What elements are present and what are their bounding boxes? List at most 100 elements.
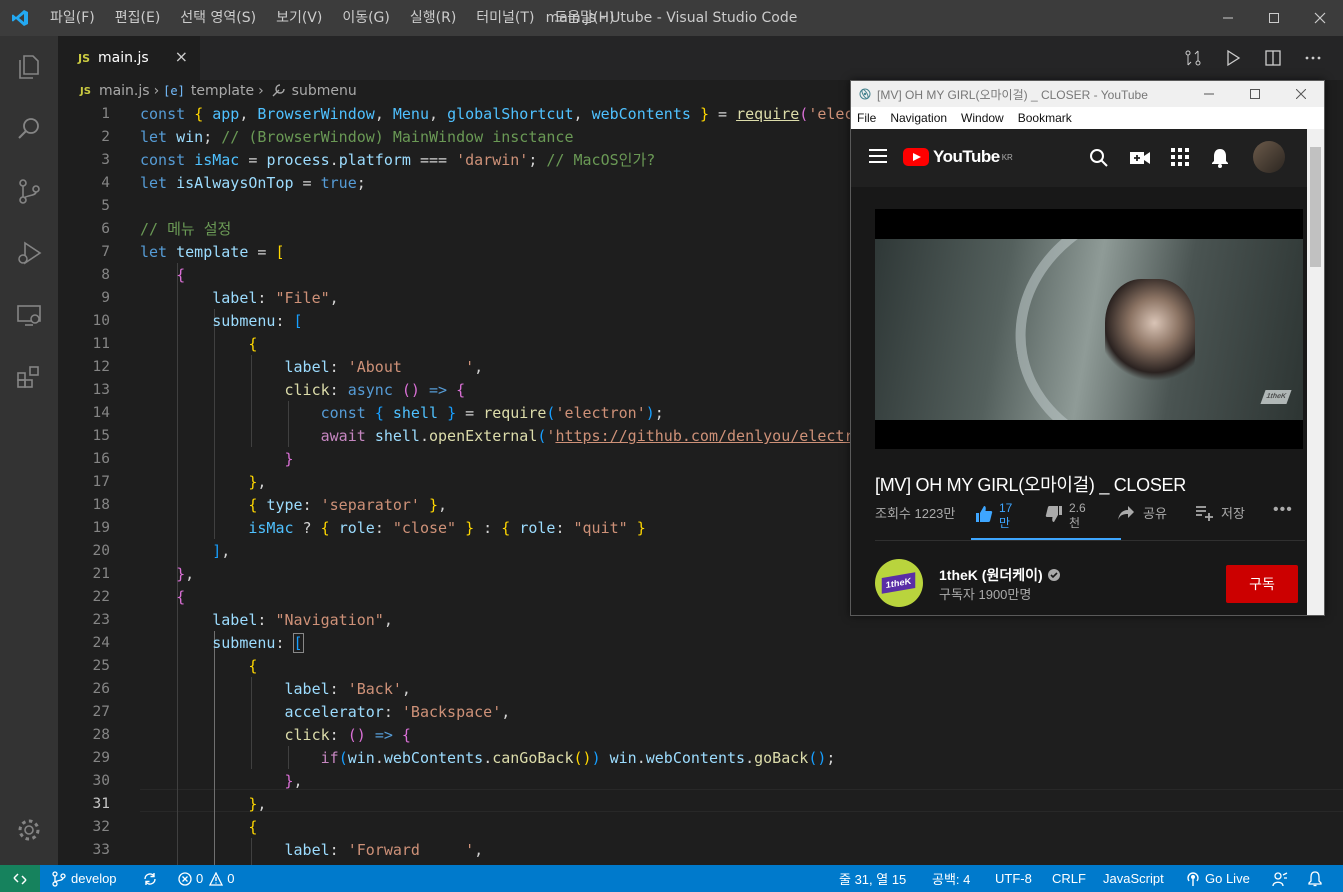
code-line[interactable]: 33 label: 'Forward ', [58,839,1343,862]
code-line[interactable]: 27 accelerator: 'Backspace', [58,701,1343,724]
sync-icon [144,872,156,885]
go-live-button[interactable]: Go Live [1186,865,1250,892]
breadcrumb-symbol[interactable]: template [191,83,254,99]
menu-edit[interactable]: 편집(E) [105,0,171,36]
popup-menu-bookmark[interactable]: Bookmark [1018,111,1072,125]
manage-button[interactable] [0,799,58,861]
compare-changes-button[interactable] [1173,36,1213,80]
code-line[interactable]: 30 }, [58,770,1343,793]
feedback-button[interactable] [1272,865,1288,892]
create-video-icon[interactable] [1129,148,1151,168]
menu-file[interactable]: 파일(F) [40,0,105,36]
youtube-header: YouTube KR [851,129,1308,187]
notifications-button[interactable] [1308,865,1322,892]
search-icon[interactable] [1089,148,1109,168]
remote-indicator[interactable] [0,865,40,892]
problems-indicator[interactable]: 0 0 [178,865,234,892]
line-number: 21 [92,566,110,582]
code-line[interactable]: 31 }, [58,793,1343,816]
tab-label: main.js [98,50,149,66]
sync-button[interactable] [142,865,158,892]
code-text: if(win.webContents.canGoBack()) win.webC… [320,749,836,767]
popup-close-button[interactable] [1278,81,1324,107]
youtube-play-icon [903,148,929,166]
play-icon [1227,49,1241,67]
popup-menu-file[interactable]: File [857,111,876,125]
line-number: 31 [92,796,110,812]
apps-grid-icon[interactable] [1171,148,1189,166]
search-button[interactable] [0,98,58,160]
code-text: let isAlwaysOnTop = true; [140,174,366,192]
video-player[interactable]: 1theK [875,209,1303,449]
share-button[interactable]: 공유 [1117,503,1167,522]
minimize-button[interactable] [1205,0,1251,36]
source-control-button[interactable] [0,160,58,222]
channel-name-row[interactable]: 1theK (원더케이) [939,565,1060,585]
feedback-person-icon [1272,871,1288,886]
explorer-button[interactable] [0,36,58,98]
code-line[interactable]: 25 { [58,655,1343,678]
code-text: click: async () => { [284,381,466,399]
code-text: label: 'Back', [284,680,411,698]
popup-menu-window[interactable]: Window [961,111,1004,125]
title-bar: 파일(F) 편집(E) 선택 영역(S) 보기(V) 이동(G) 실행(R) 터… [0,0,1343,36]
hamburger-menu-icon[interactable] [869,149,887,163]
channel-avatar[interactable]: 1theK [875,559,923,607]
line-ending[interactable]: CRLF [1052,865,1086,892]
extensions-button[interactable] [0,346,58,408]
subscribe-button[interactable]: 구독 [1226,565,1298,603]
language-mode[interactable]: JavaScript [1103,865,1164,892]
code-line[interactable]: 29 if(win.webContents.canGoBack()) win.w… [58,747,1343,770]
code-line[interactable]: 24 submenu: [ [58,632,1343,655]
account-avatar[interactable] [1253,141,1285,173]
menu-help[interactable]: 도움말(H) [544,0,624,36]
more-options-icon[interactable]: ••• [1273,501,1293,519]
run-button[interactable] [1213,36,1253,80]
cursor-position[interactable]: 줄 31, 열 15 [839,865,906,892]
js-file-icon: JS [78,51,91,65]
menu-view[interactable]: 보기(V) [266,0,332,36]
split-editor-button[interactable] [1253,36,1293,80]
tab-main-js[interactable]: JS main.js × [58,36,200,80]
remote-explorer-button[interactable] [0,284,58,346]
video-frame: 1theK [875,239,1303,420]
popup-minimize-button[interactable] [1186,81,1232,107]
scrollbar-thumb[interactable] [1310,147,1321,267]
popup-maximize-button[interactable] [1232,81,1278,107]
youtube-logo[interactable]: YouTube KR [903,147,1013,167]
save-button[interactable]: 저장 [1195,503,1245,522]
like-button[interactable]: 17 만 [975,501,1017,531]
breadcrumb-file[interactable]: main.js [99,83,150,99]
notifications-bell-icon[interactable] [1211,148,1229,168]
more-actions-button[interactable] [1293,36,1333,80]
menu-terminal[interactable]: 터미널(T) [466,0,544,36]
window-controls [1205,0,1343,36]
menu-run[interactable]: 실행(R) [400,0,466,36]
encoding[interactable]: UTF-8 [995,865,1032,892]
code-line[interactable]: 32 { [58,816,1343,839]
indentation[interactable]: 공백: 4 [932,865,970,892]
explorer-icon [19,55,39,79]
maximize-button[interactable] [1251,0,1297,36]
code-line[interactable]: 28 click: () => { [58,724,1343,747]
dislike-button[interactable]: 2.6 천 [1045,501,1087,531]
popup-menu-navigation[interactable]: Navigation [890,111,947,125]
code-line[interactable]: 26 label: 'Back', [58,678,1343,701]
vscode-logo-icon [0,0,40,36]
js-file-icon: JS [80,85,91,97]
share-arrow-icon [1118,505,1134,520]
code-text: submenu: [ [212,633,304,653]
close-tab-icon[interactable]: × [175,48,188,66]
line-number: 5 [101,198,110,214]
run-debug-button[interactable] [0,222,58,284]
verified-check-icon [1047,569,1060,581]
youtube-player-window[interactable]: [MV] OH MY GIRL(오마이걸) _ CLOSER - YouTube… [850,80,1325,616]
menu-go[interactable]: 이동(G) [332,0,400,36]
breadcrumb-property[interactable]: submenu [292,83,357,99]
popup-scrollbar[interactable] [1307,129,1324,615]
close-window-button[interactable] [1297,0,1343,36]
line-number: 15 [92,428,110,444]
remote-explorer-icon [17,305,41,326]
menu-selection[interactable]: 선택 영역(S) [170,0,266,36]
branch-indicator[interactable]: develop [52,865,117,892]
